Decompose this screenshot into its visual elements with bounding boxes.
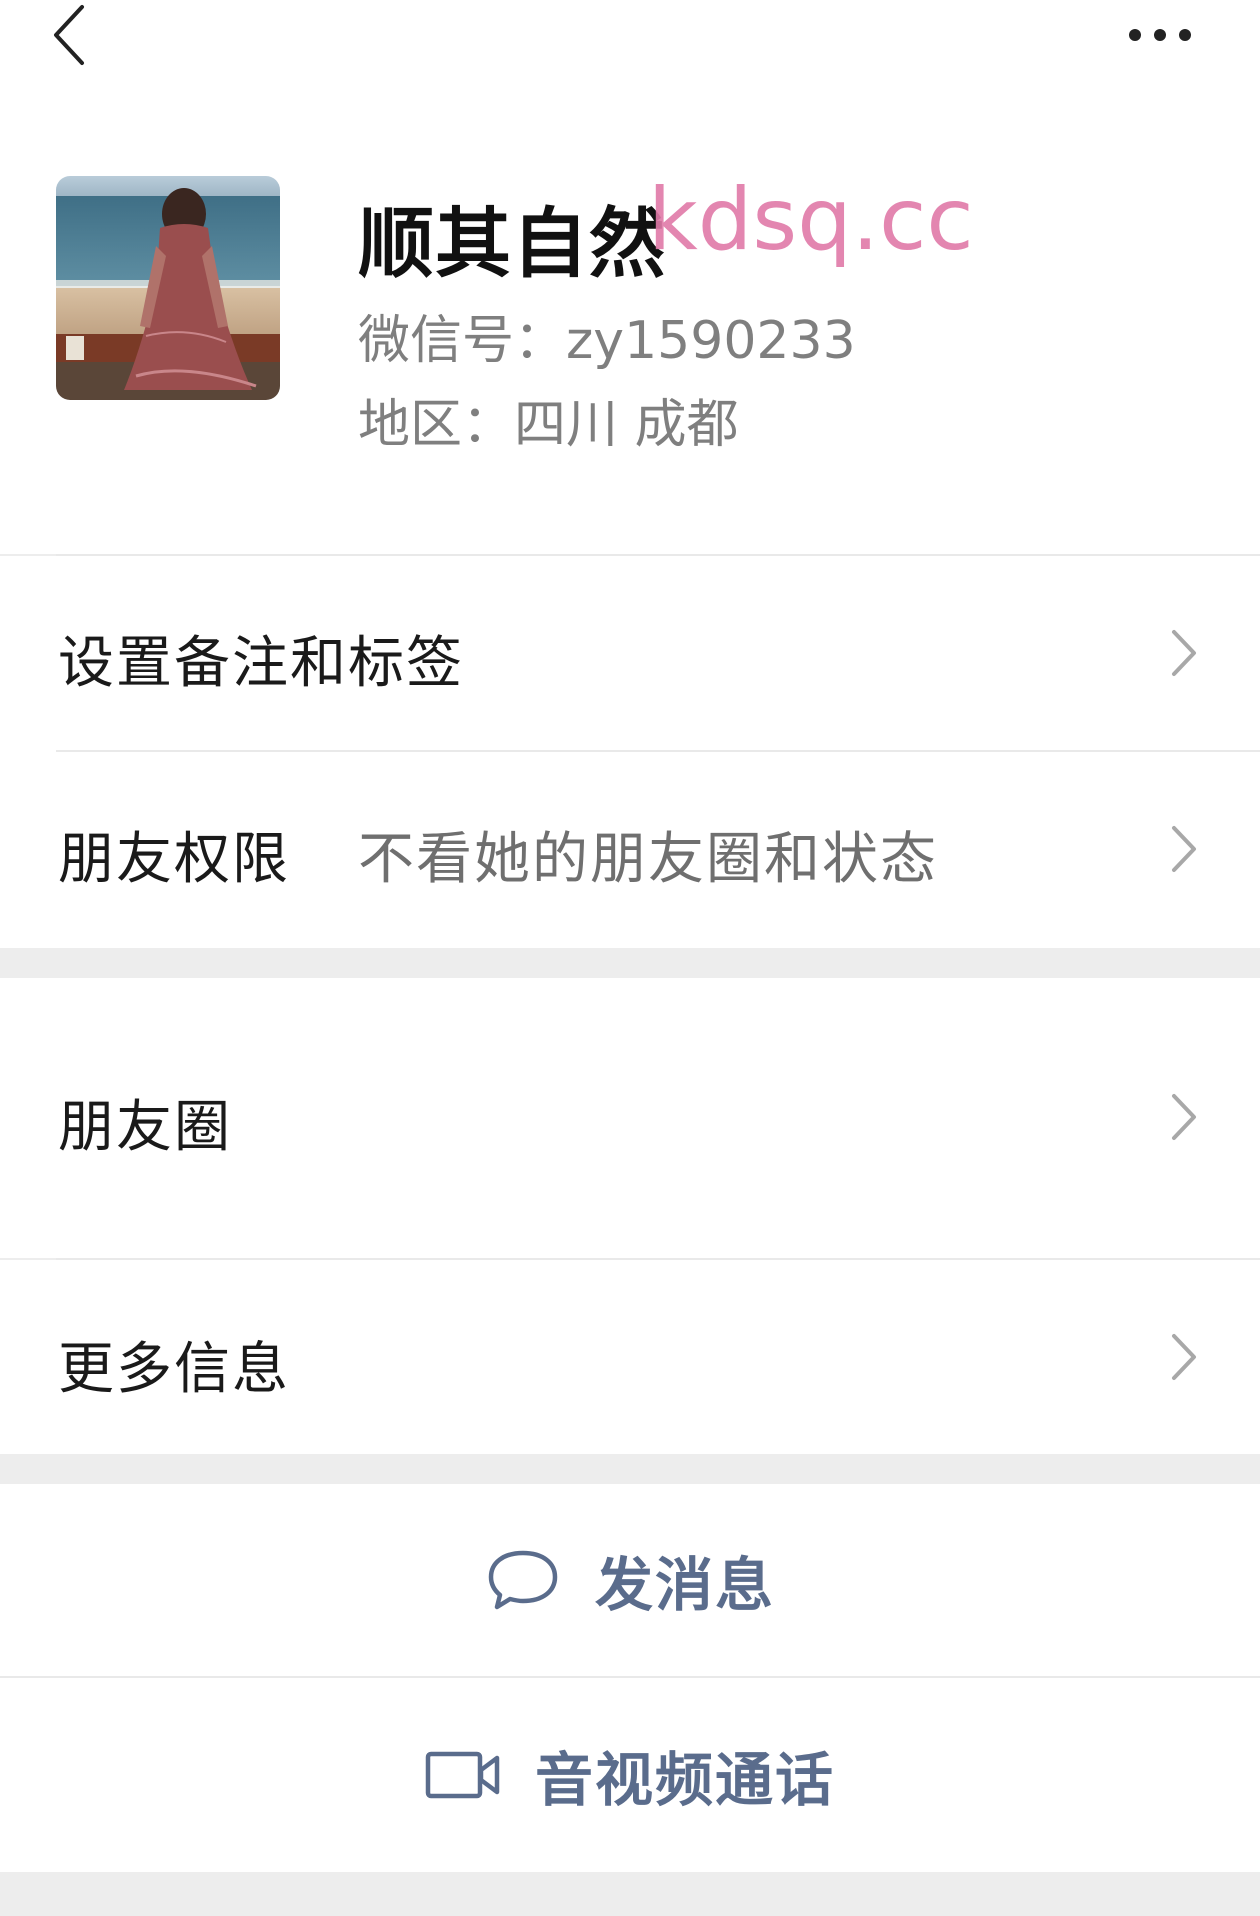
chevron-right-icon [1172, 1094, 1196, 1140]
voice-video-call-button[interactable]: 音视频通话 [0, 1678, 1260, 1872]
chevron-right-icon [1172, 1334, 1196, 1380]
video-camera-icon [425, 1751, 500, 1799]
chevron-right-icon [1172, 630, 1196, 676]
more-info-row[interactable]: 更多信息 [0, 1260, 1260, 1454]
chat-bubble-icon [488, 1550, 558, 1610]
friend-permission-row[interactable]: 朋友权限 不看她的朋友圈和状态 [0, 752, 1260, 948]
watermark-text: kdsq.cc [648, 170, 974, 270]
send-message-label: 发消息 [594, 1551, 775, 1619]
remark-and-tags-row[interactable]: 设置备注和标签 [0, 556, 1260, 752]
voice-video-call-label: 音视频通话 [534, 1746, 835, 1814]
moments-row-label: 朋友圈 [58, 1095, 232, 1160]
more-horizontal-icon [1129, 29, 1191, 41]
contact-profile-page: 顺其自然 kdsq.cc 微信号：zy1590233 地区：四川 成都 设置备注… [0, 0, 1260, 1916]
top-bar [0, 0, 1260, 120]
region: 地区：四川 成都 [358, 395, 739, 455]
remark-row-label: 设置备注和标签 [58, 631, 464, 696]
back-button[interactable] [40, 0, 100, 70]
profile-header: 顺其自然 kdsq.cc 微信号：zy1590233 地区：四川 成都 [0, 120, 1260, 554]
send-message-button[interactable]: 发消息 [0, 1484, 1260, 1676]
chevron-left-icon [54, 5, 84, 65]
permission-row-value: 不看她的朋友圈和状态 [358, 827, 938, 892]
profile-name: 顺其自然 [358, 199, 666, 288]
avatar[interactable] [56, 176, 280, 400]
wechat-id: 微信号：zy1590233 [358, 311, 856, 371]
moments-row[interactable]: 朋友圈 [0, 978, 1260, 1258]
chevron-right-icon [1172, 826, 1196, 872]
permission-row-label: 朋友权限 [58, 827, 290, 892]
more-button[interactable] [1120, 10, 1200, 60]
more-info-row-label: 更多信息 [58, 1337, 290, 1402]
